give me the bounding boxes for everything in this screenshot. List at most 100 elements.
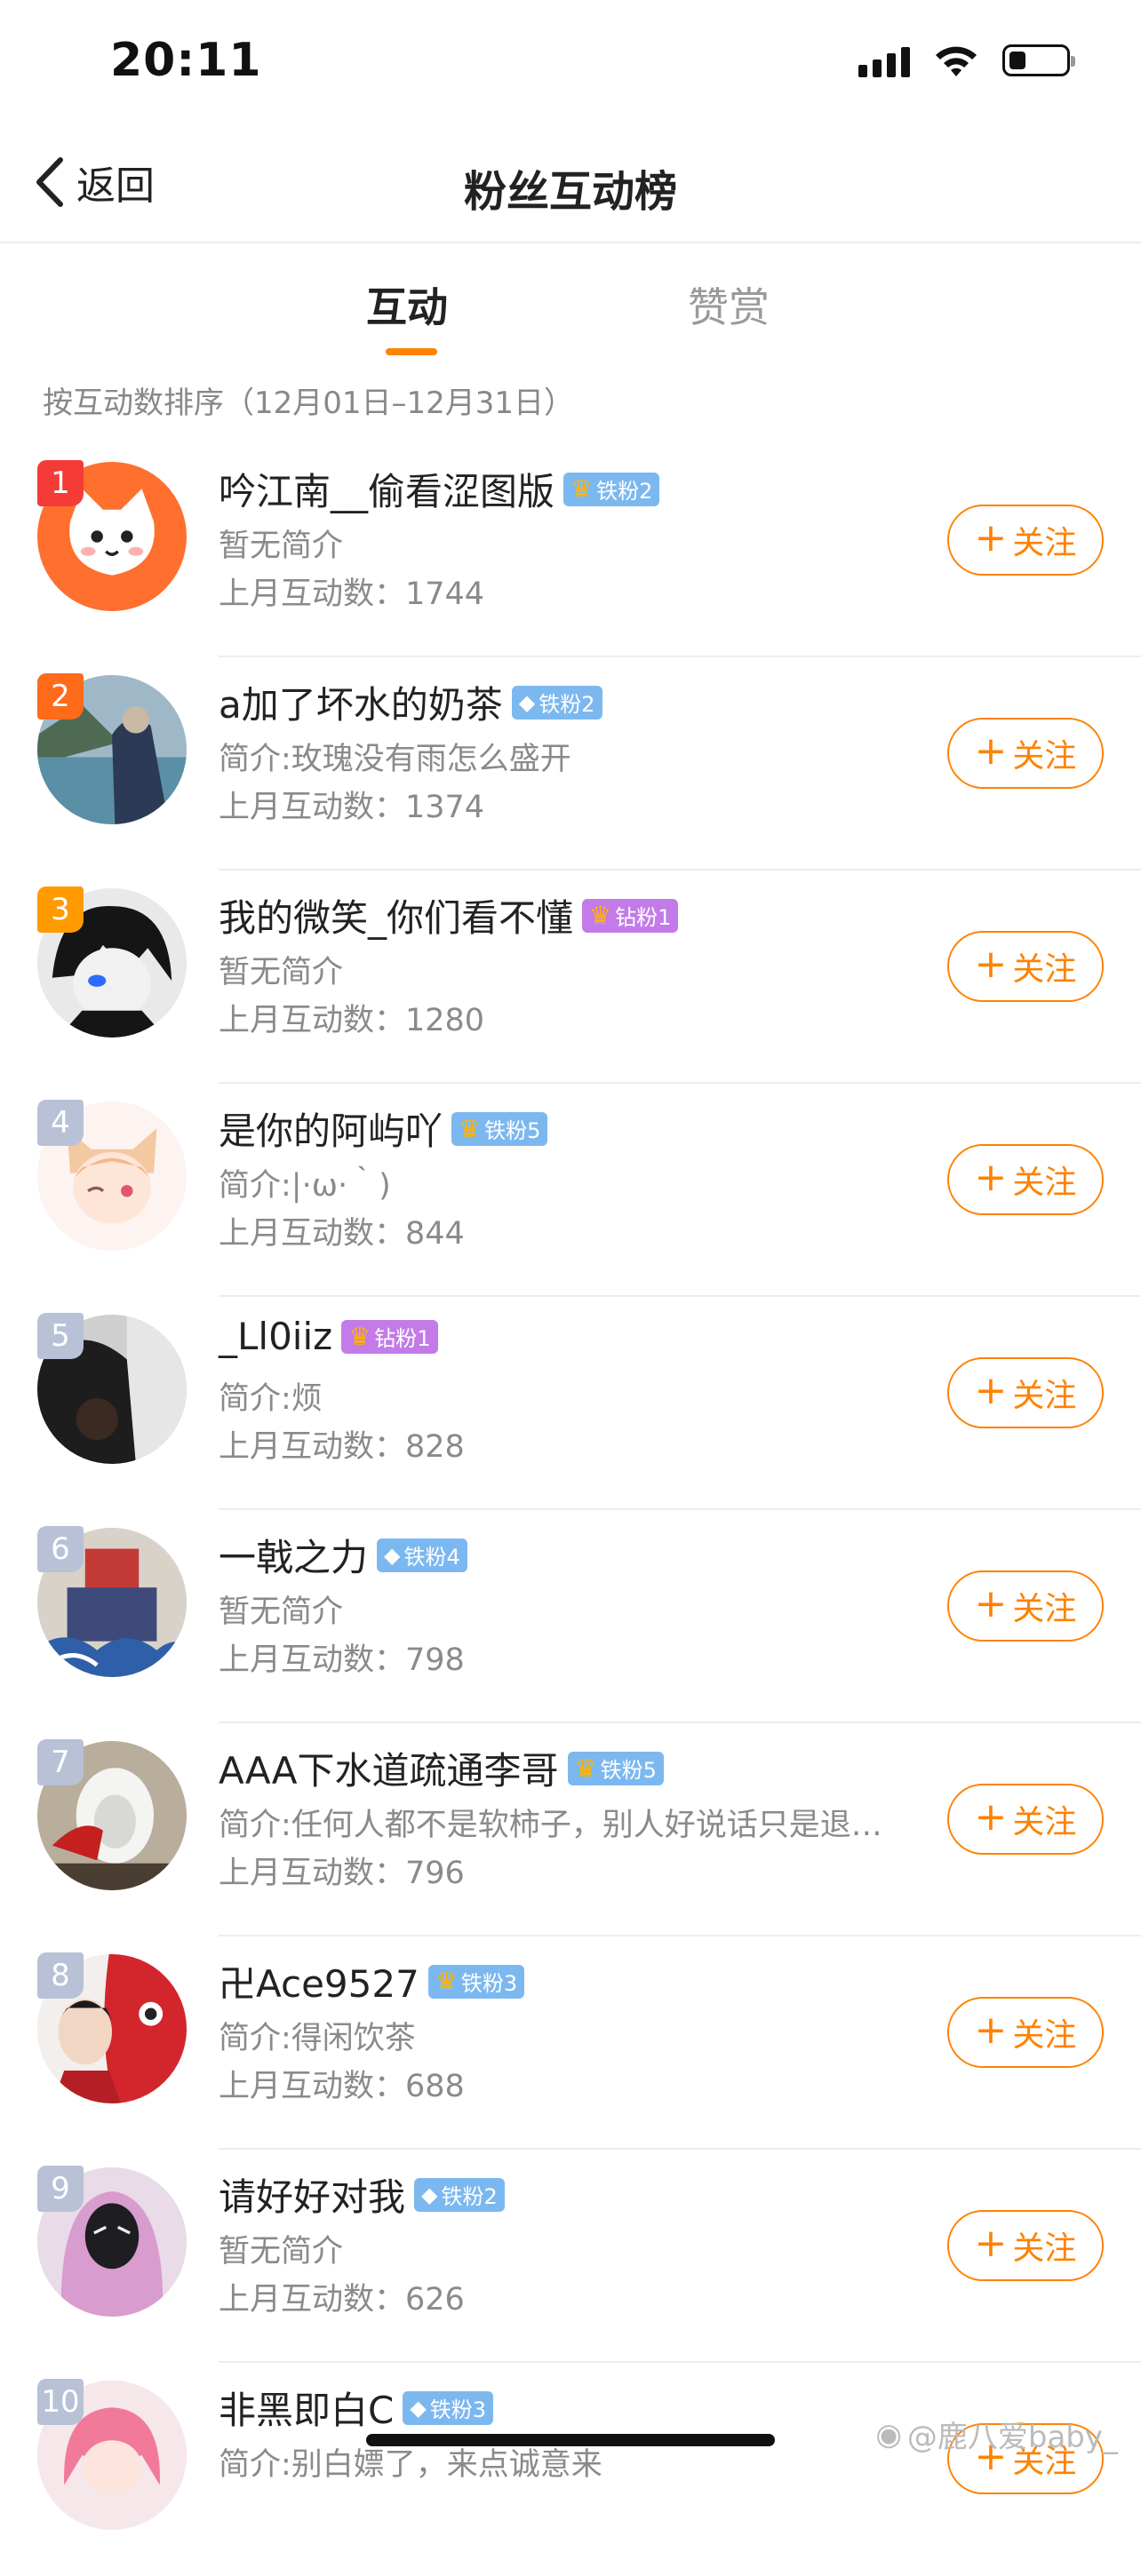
list-item[interactable]: 3 我的微笑_你们看不懂 ♛ 钻粉1 暂无简介 上月互动数：1280 + 关注 [0,871,1141,1084]
list-item[interactable]: 8 卍Ace9527 ♛ 铁粉3 简介:得闲饮茶 上月互动数：688 + 关注 [0,1936,1141,2150]
rank-badge: 10 [37,2379,84,2425]
plus-icon: + [974,1155,1008,1200]
user-intro: 简介:玫瑰没有雨怎么盛开 [219,742,571,777]
user-intro: 暂无简介 [219,2234,344,2270]
follow-button[interactable]: + 关注 [947,1570,1104,1642]
fan-badge: ♛ 钻粉1 [341,1319,438,1354]
follow-button[interactable]: + 关注 [947,1357,1104,1428]
fan-badge: ♛ 铁粉5 [567,1751,664,1785]
diamond-icon: ◆ [384,1542,401,1568]
diamond-icon: ◆ [518,689,536,715]
follow-button[interactable]: + 关注 [947,1784,1104,1855]
rank-badge: 7 [37,1739,84,1785]
interaction-count: 上月互动数：796 [219,1856,465,1891]
watermark: ◉ @鹿八爱baby_ [875,2416,1118,2456]
cellular-signal-icon [858,44,910,77]
battery-icon [1002,44,1075,76]
rank-badge: 3 [37,886,84,933]
fan-badge: ♛ 铁粉5 [451,1111,548,1146]
home-indicator[interactable] [366,2434,775,2446]
interaction-count: 上月互动数：688 [219,2069,465,2104]
rank-badge: 5 [37,1313,84,1359]
rank-badge: 6 [37,1526,84,1572]
user-intro: 暂无简介 [219,529,344,564]
list-item[interactable]: 1 吟江南__偷看涩图版 ♛ 铁粉2 暂无简介 上月互动数：1744 + 关注 [0,444,1141,657]
user-name[interactable]: 卍Ace9527 [219,1954,419,2008]
tab-bar: 互动 赞赏 [0,243,1141,359]
crown-icon: ♛ [459,1114,482,1143]
follow-button[interactable]: + 关注 [947,718,1104,789]
wifi-icon [936,46,977,76]
interaction-count: 上月互动数：844 [219,1216,465,1252]
fan-badge: ◆ 铁粉4 [377,1538,467,1572]
nav-bar: 返回 粉丝互动榜 [0,124,1141,243]
crown-icon: ♛ [435,1967,458,1996]
active-tab-indicator [386,348,437,355]
sort-note: 按互动数排序（12月01日–12月31日） [43,386,575,421]
list-item[interactable]: 4 是你的阿屿吖 ♛ 铁粉5 简介:|·ω·｀) 上月互动数：844 + 关注 [0,1084,1141,1297]
plus-icon: + [974,942,1008,987]
follow-button[interactable]: + 关注 [947,931,1104,1002]
status-icons [858,43,1075,78]
interaction-count: 上月互动数：798 [219,1642,465,1678]
follow-button[interactable]: + 关注 [947,505,1104,576]
user-intro: 暂无简介 [219,1594,344,1630]
plus-icon: + [974,2221,1008,2266]
plus-icon: + [974,1368,1008,1413]
rank-badge: 2 [37,673,84,720]
plus-icon: + [974,1794,1008,1840]
follow-button[interactable]: + 关注 [947,2210,1104,2281]
list-item[interactable]: 10 非黑即白C ◆ 铁粉3 简介:别白嫖了，来点诚意来 + 关注 [0,2363,1141,2576]
user-name[interactable]: 非黑即白C [219,2381,394,2435]
fan-badge: ♛ 铁粉3 [427,1964,525,1999]
user-name[interactable]: _Ll0iiz [219,1315,332,1358]
tab-interaction[interactable]: 互动 [366,275,448,334]
follow-button[interactable]: + 关注 [947,1997,1104,2068]
rank-badge: 9 [37,2166,84,2212]
fan-badge: ♛ 钻粉1 [582,898,679,933]
user-name[interactable]: a加了坏水的奶茶 [219,675,503,729]
list-item[interactable]: 2 a加了坏水的奶茶 ◆ 铁粉2 简介:玫瑰没有雨怎么盛开 上月互动数：1374 … [0,657,1141,871]
user-name[interactable]: 吟江南__偷看涩图版 [219,462,555,516]
crown-icon: ♛ [348,1322,371,1351]
interaction-count: 上月互动数：1744 [219,576,485,612]
rank-badge: 4 [37,1100,84,1146]
rank-badge: 1 [37,460,84,506]
fan-badge: ◆ 铁粉2 [414,2177,505,2212]
list-item[interactable]: 7 AAA下水道疏通李哥 ♛ 铁粉5 简介:任何人都不是软柿子，别人好说话只是退…… [0,1723,1141,1936]
interaction-count: 上月互动数：1374 [219,790,485,825]
user-intro: 简介:得闲饮茶 [219,2021,416,2056]
plus-icon: + [974,1581,1008,1626]
plus-icon: + [974,2008,1008,2053]
user-intro: 简介:任何人都不是软柿子，别人好说话只是退… [219,1808,882,1843]
diamond-icon: ◆ [421,2182,438,2207]
user-name[interactable]: 一戟之力 [219,1528,368,1582]
list-item[interactable]: 9 请好好对我 ◆ 铁粉2 暂无简介 上月互动数：626 + 关注 [0,2150,1141,2363]
list-item[interactable]: 6 一戟之力 ◆ 铁粉4 暂无简介 上月互动数：798 + 关注 [0,1510,1141,1723]
user-name[interactable]: 我的微笑_你们看不懂 [219,888,573,942]
user-intro: 暂无简介 [219,955,344,990]
tab-reward[interactable]: 赞赏 [688,275,770,334]
interaction-count: 上月互动数：626 [219,2282,465,2318]
interaction-count: 上月互动数：828 [219,1429,465,1465]
crown-icon: ♛ [570,474,594,504]
user-intro: 简介:|·ω·｀) [219,1168,391,1204]
crown-icon: ♛ [574,1753,597,1783]
weibo-logo-icon: ◉ [875,2416,902,2453]
plus-icon: + [974,515,1008,561]
rank-list: 1 吟江南__偷看涩图版 ♛ 铁粉2 暂无简介 上月互动数：1744 + 关注 2 … [0,444,1141,2576]
user-intro: 简介:烦 [219,1381,323,1417]
page-title: 粉丝互动榜 [463,167,677,217]
user-name[interactable]: 是你的阿屿吖 [219,1101,443,1156]
fan-badge: ◆ 铁粉2 [511,685,602,720]
plus-icon: + [974,728,1008,774]
status-bar: 20:11 [0,0,1141,124]
user-name[interactable]: 请好好对我 [219,2167,405,2222]
crown-icon: ♛ [589,901,612,930]
diamond-icon: ◆ [410,2395,427,2421]
rank-badge: 8 [37,1952,84,1999]
list-item[interactable]: 5 _Ll0iiz ♛ 钻粉1 简介:烦 上月互动数：828 + 关注 [0,1297,1141,1510]
follow-button[interactable]: + 关注 [947,1144,1104,1215]
user-name[interactable]: AAA下水道疏通李哥 [219,1741,559,1795]
fan-badge: ♛ 铁粉2 [563,472,660,506]
